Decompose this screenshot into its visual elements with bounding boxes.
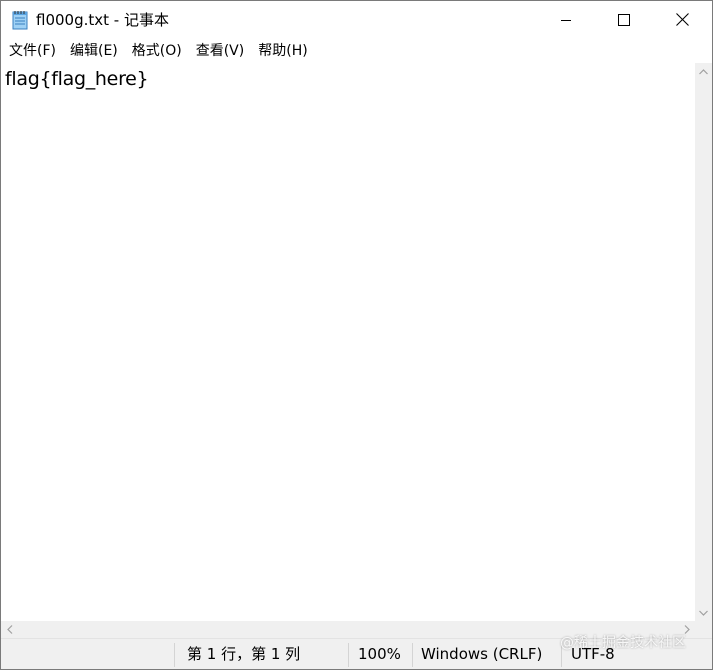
close-icon — [675, 11, 689, 30]
notepad-window: fl000g.txt - 记事本 文件(F) 编辑(E) 格式(O) 查看(V)… — [0, 0, 713, 670]
menu-format[interactable]: 格式(O) — [125, 41, 189, 61]
status-divider — [348, 643, 349, 667]
menu-bar: 文件(F) 编辑(E) 格式(O) 查看(V) 帮助(H) — [1, 39, 712, 63]
scroll-up-icon[interactable] — [695, 63, 712, 80]
line-ending: Windows (CRLF) — [421, 645, 543, 663]
minimize-button[interactable] — [537, 1, 595, 39]
minimize-icon — [560, 11, 572, 30]
watermark: @稀土掘金技术社区 — [560, 635, 686, 651]
menu-view[interactable]: 查看(V) — [189, 41, 252, 61]
scrollbar-corner — [695, 621, 712, 638]
cursor-position: 第 1 行，第 1 列 — [187, 645, 301, 663]
vertical-scrollbar[interactable] — [695, 63, 712, 621]
maximize-icon — [618, 11, 630, 30]
notepad-icon — [11, 10, 29, 30]
menu-help[interactable]: 帮助(H) — [251, 41, 314, 61]
editor-content[interactable]: flag{flag_here} — [5, 66, 149, 92]
scroll-left-icon[interactable] — [1, 621, 18, 638]
title-bar[interactable]: fl000g.txt - 记事本 — [1, 1, 712, 39]
maximize-button[interactable] — [595, 1, 653, 39]
close-button[interactable] — [653, 1, 711, 39]
menu-edit[interactable]: 编辑(E) — [63, 41, 125, 61]
zoom-level: 100% — [358, 645, 401, 663]
text-editor[interactable]: flag{flag_here} — [1, 63, 695, 621]
status-divider — [174, 643, 175, 667]
menu-file[interactable]: 文件(F) — [1, 41, 63, 61]
status-divider — [412, 643, 413, 667]
window-title: fl000g.txt - 记事本 — [36, 11, 169, 29]
scroll-down-icon[interactable] — [695, 604, 712, 621]
